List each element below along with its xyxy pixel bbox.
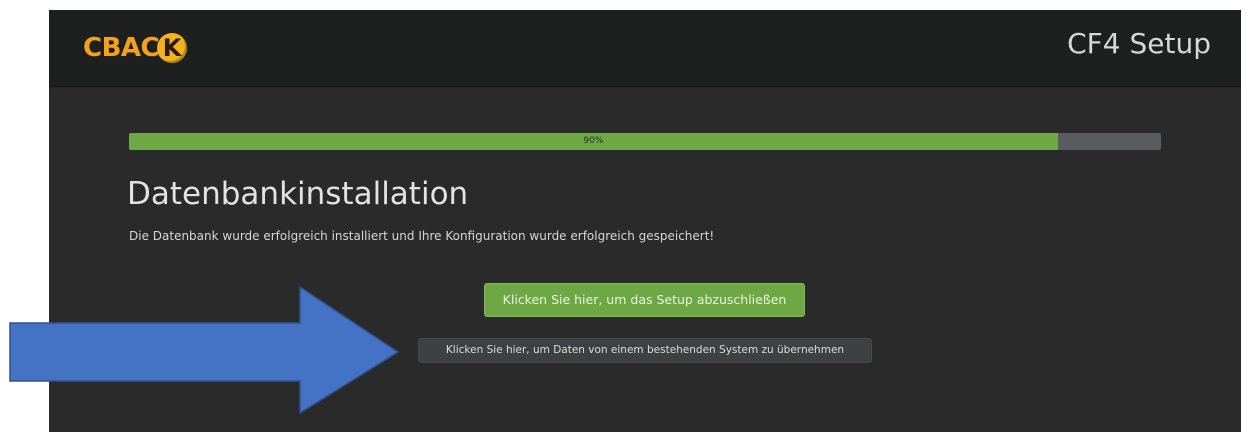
progress-fill: 90% <box>129 133 1058 150</box>
logo-text: CBAC <box>83 33 160 63</box>
arrow-right-icon <box>9 285 400 415</box>
logo-badge-icon: K <box>157 33 188 63</box>
top-bar: CBAC K CF4 Setup <box>49 10 1241 87</box>
arrow-shape <box>9 285 400 415</box>
success-message: Die Datenbank wurde erfolgreich installi… <box>129 229 715 243</box>
logo: CBAC K <box>83 28 188 68</box>
import-data-button[interactable]: Klicken Sie hier, um Daten von einem bes… <box>418 338 872 363</box>
app-title: CF4 Setup <box>1067 27 1211 60</box>
page-title: Datenbankinstallation <box>127 176 469 212</box>
finish-setup-button[interactable]: Klicken Sie hier, um das Setup abzuschli… <box>484 283 805 317</box>
progress-bar: 90% <box>129 133 1161 150</box>
progress-label: 90% <box>583 136 604 146</box>
